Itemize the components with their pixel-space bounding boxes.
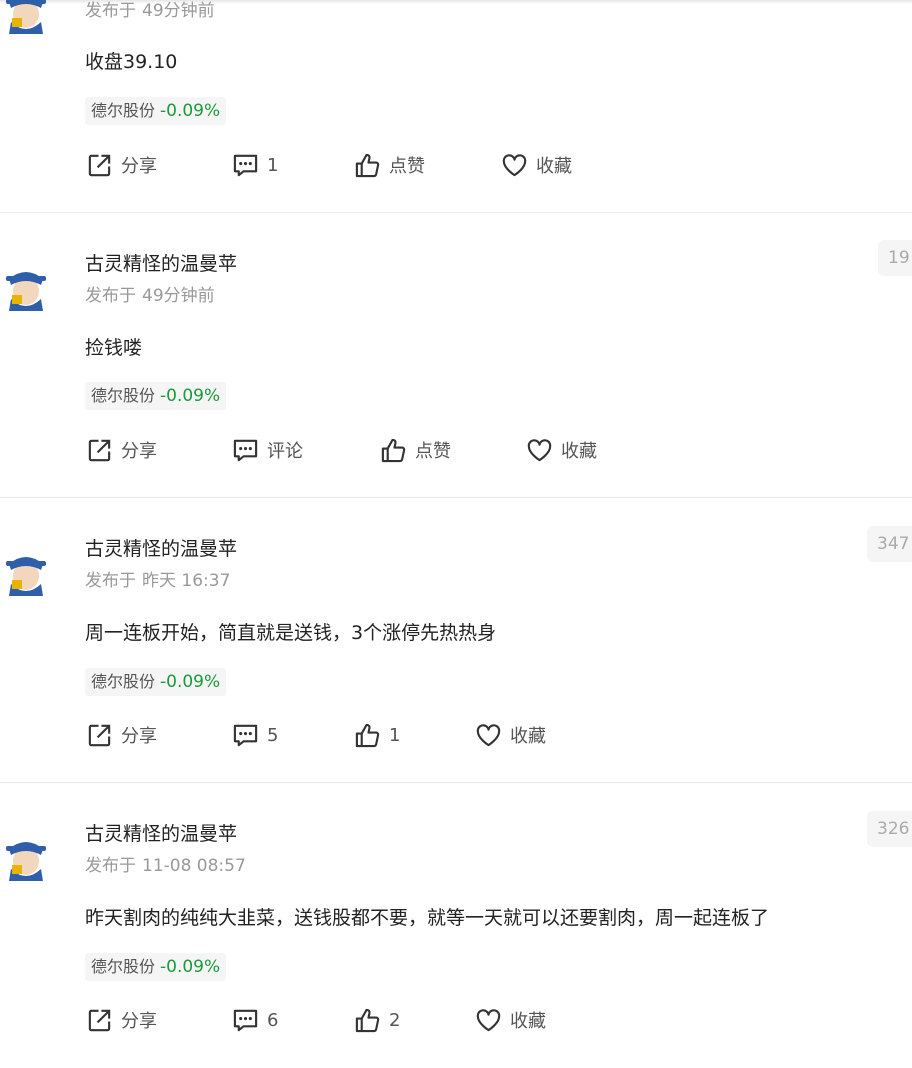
stock-name: 德尔股份: [91, 672, 156, 691]
stock-tag[interactable]: 德尔股份 -0.09%: [85, 953, 227, 981]
comment-icon: [233, 724, 258, 746]
time-value: 11-08 08:57: [142, 856, 246, 876]
stock-tag[interactable]: 德尔股份 -0.09%: [85, 382, 227, 410]
comment-button[interactable]: 6: [232, 1005, 278, 1035]
favorite-button[interactable]: 收藏: [475, 720, 546, 750]
avatar[interactable]: [3, 261, 49, 311]
favorite-label: 收藏: [561, 441, 597, 462]
share-icon: [88, 1009, 111, 1031]
comment-icon: [233, 439, 258, 461]
share-button[interactable]: 分享: [86, 720, 157, 750]
author-name[interactable]: 古灵精怪的温曼苹: [85, 537, 237, 561]
share-label: 分享: [121, 1011, 157, 1032]
publish-time: 发布于 11-08 08:57: [85, 855, 246, 877]
author-name[interactable]: 古灵精怪的温曼苹: [85, 252, 237, 276]
stock-tag[interactable]: 德尔股份 -0.09%: [85, 97, 227, 125]
share-button[interactable]: 分享: [86, 435, 157, 465]
share-icon: [88, 439, 111, 461]
stock-change: -0.09%: [160, 957, 221, 977]
stock-tag[interactable]: 德尔股份 -0.09%: [85, 668, 227, 696]
publish-time: 发布于 49分钟前: [85, 285, 215, 307]
view-count: 347: [867, 526, 912, 562]
comment-count: 6: [267, 1009, 279, 1031]
post-item: 古灵精怪的温曼苹 发布于 11-08 08:57 昨天割肉的纯纯大韭菜，送钱股都不…: [0, 783, 912, 1068]
action-bar: 分享 评论 点赞 收藏: [86, 435, 646, 465]
like-label: 点赞: [415, 441, 451, 462]
like-button[interactable]: 点赞: [354, 150, 425, 180]
stock-name: 德尔股份: [91, 957, 156, 976]
publish-prefix: 发布于: [85, 1, 136, 21]
comment-count: 1: [267, 154, 279, 176]
share-button[interactable]: 分享: [86, 150, 157, 180]
heart-icon: [476, 723, 501, 746]
thumbs-up-icon: [355, 723, 380, 747]
thumbs-up-icon: [355, 153, 380, 177]
avatar[interactable]: [3, 0, 49, 34]
avatar[interactable]: [3, 831, 49, 881]
favorite-label: 收藏: [510, 1011, 546, 1032]
action-bar: 分享 1 点赞 收藏: [86, 150, 646, 180]
comment-count: 5: [267, 724, 279, 746]
action-bar: 分享 5 1 收藏: [86, 720, 646, 750]
comment-button[interactable]: 评论: [232, 435, 303, 465]
author-name[interactable]: 古灵精怪的温曼苹: [85, 822, 237, 846]
like-label: 点赞: [389, 156, 425, 177]
heart-icon: [502, 153, 527, 176]
share-button[interactable]: 分享: [86, 1005, 157, 1035]
publish-prefix: 发布于: [85, 571, 136, 591]
like-count: 1: [389, 724, 401, 746]
favorite-label: 收藏: [536, 156, 572, 177]
heart-icon: [476, 1008, 501, 1031]
post-content[interactable]: 捡钱喽: [85, 335, 142, 361]
post-content[interactable]: 周一连板开始，简直就是送钱，3个涨停先热热身: [85, 620, 496, 646]
share-label: 分享: [121, 441, 157, 462]
view-count: 326: [867, 811, 912, 847]
publish-prefix: 发布于: [85, 856, 136, 876]
like-button[interactable]: 2: [354, 1005, 400, 1035]
like-button[interactable]: 点赞: [380, 435, 451, 465]
favorite-button[interactable]: 收藏: [526, 435, 597, 465]
stock-change: -0.09%: [160, 386, 221, 406]
share-label: 分享: [121, 726, 157, 747]
share-icon: [88, 154, 111, 176]
view-count: 19: [878, 240, 912, 276]
favorite-button[interactable]: 收藏: [475, 1005, 546, 1035]
comment-button[interactable]: 5: [232, 720, 278, 750]
time-value: 49分钟前: [142, 286, 215, 306]
thumbs-up-icon: [355, 1008, 380, 1032]
like-button[interactable]: 1: [354, 720, 400, 750]
publish-prefix: 发布于: [85, 286, 136, 306]
post-content[interactable]: 收盘39.10: [85, 49, 177, 75]
like-count: 2: [389, 1009, 401, 1031]
comment-count: 评论: [267, 441, 303, 462]
time-value: 昨天 16:37: [142, 571, 231, 591]
publish-time: 发布于 昨天 16:37: [85, 570, 230, 592]
post-item: 发布于 49分钟前 收盘39.10 德尔股份 -0.09% 分享 1 点赞 收藏: [0, 0, 912, 213]
share-label: 分享: [121, 156, 157, 177]
comment-icon: [233, 154, 258, 176]
heart-icon: [527, 438, 552, 461]
post-content[interactable]: 昨天割肉的纯纯大韭菜，送钱股都不要，就等一天就可以还要割肉，周一起连板了: [85, 905, 769, 931]
stock-name: 德尔股份: [91, 101, 156, 120]
favorite-button[interactable]: 收藏: [501, 150, 572, 180]
comment-icon: [233, 1009, 258, 1031]
stock-change: -0.09%: [160, 101, 221, 121]
share-icon: [88, 724, 111, 746]
stock-change: -0.09%: [160, 672, 221, 692]
publish-time: 发布于 49分钟前: [85, 0, 215, 22]
avatar[interactable]: [3, 546, 49, 596]
stock-name: 德尔股份: [91, 386, 156, 405]
post-item: 古灵精怪的温曼苹 发布于 49分钟前 捡钱喽 德尔股份 -0.09% 19 分享 评…: [0, 213, 912, 498]
post-item: 古灵精怪的温曼苹 发布于 昨天 16:37 周一连板开始，简直就是送钱，3个涨停先…: [0, 498, 912, 783]
favorite-label: 收藏: [510, 726, 546, 747]
time-value: 49分钟前: [142, 1, 215, 21]
comment-button[interactable]: 1: [232, 150, 278, 180]
action-bar: 分享 6 2 收藏: [86, 1005, 646, 1035]
thumbs-up-icon: [381, 438, 406, 462]
